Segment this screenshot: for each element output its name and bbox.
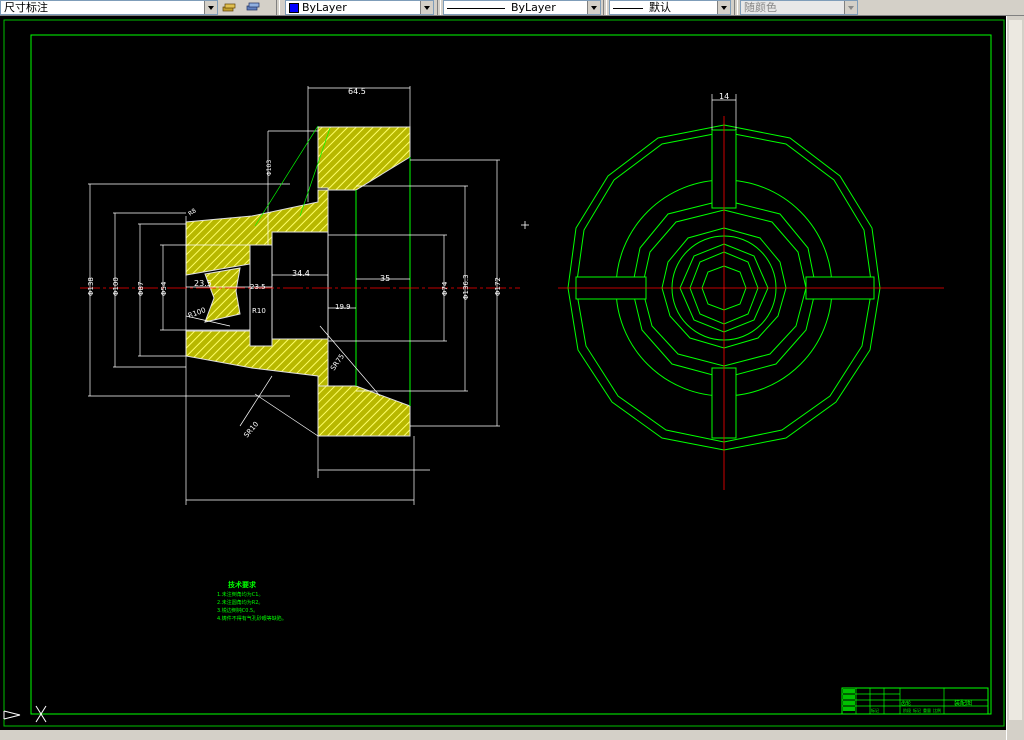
notes-title: 技术要求 <box>228 580 257 589</box>
note-line-3: 3.锐边倒钝C0.5。 <box>217 607 258 614</box>
note-line-2: 2.未注圆角均为R2。 <box>217 599 263 606</box>
section-hatch-lower <box>185 330 411 437</box>
dimension-style-dropdown[interactable]: 尺寸标注 <box>0 0 218 15</box>
toolbar-separator <box>437 0 441 15</box>
title-block-label-1: 标记 <box>871 707 879 713</box>
dim-14: 14 <box>719 92 729 101</box>
properties-toolbar: 尺寸标注 ByLayer ByLayer 默认 随颜色 <box>0 0 1024 16</box>
dim-64-5: 64.5 <box>348 87 366 96</box>
dim-phi103: Φ103 <box>266 160 273 176</box>
dimension-style-value: 尺寸标注 <box>4 1 48 14</box>
chevron-down-icon[interactable] <box>204 1 217 14</box>
scrollbar-track[interactable] <box>1009 20 1022 720</box>
toolbar-separator <box>603 0 607 15</box>
layer-previous-icon[interactable] <box>246 1 260 13</box>
section-hatch-rib <box>204 267 241 323</box>
title-block-drawing-no: 装配图 <box>954 699 972 707</box>
dim-phi54: Φ54 <box>160 281 168 296</box>
dim-23-5a: 23.5 <box>194 279 212 288</box>
title-block-part-name: 齿轮 <box>901 700 911 707</box>
section-hatch-upper <box>185 126 411 276</box>
plot-style-control-value: 随颜色 <box>744 1 777 14</box>
color-swatch <box>289 3 299 13</box>
dim-35: 35 <box>380 274 390 283</box>
dim-r10: R10 <box>252 307 266 315</box>
cad-drawing: 64.5 34.4 35 19.9 23.5 23.5 R10 R8 R100 … <box>3 19 1005 727</box>
dim-34-4: 34.4 <box>292 269 310 278</box>
note-line-1: 1.未注倒角均为C1。 <box>217 591 263 598</box>
linetype-preview <box>447 7 505 9</box>
dim-phi100: Φ100 <box>112 277 120 296</box>
linetype-control-value: ByLayer <box>511 1 556 14</box>
vertical-scrollbar[interactable] <box>1006 16 1024 740</box>
chevron-down-icon[interactable] <box>844 1 857 14</box>
title-block-label-3: 标记 <box>913 707 921 713</box>
plot-style-control-dropdown[interactable]: 随颜色 <box>740 0 858 15</box>
lineweight-preview <box>613 7 643 9</box>
linetype-control-dropdown[interactable]: ByLayer <box>443 0 601 15</box>
title-block: 齿轮 装配图 标记 阶段 标记 重量 比例 <box>841 687 989 715</box>
dim-sr10: SR10 <box>242 420 260 439</box>
end-view: 14 <box>558 92 944 490</box>
dim-r8: R8 <box>187 207 198 217</box>
title-block-label-2: 阶段 <box>903 707 911 713</box>
dim-r100: R100 <box>187 306 207 320</box>
chevron-down-icon[interactable] <box>420 1 433 14</box>
color-control-dropdown[interactable]: ByLayer <box>285 0 434 15</box>
section-view: 64.5 34.4 35 19.9 23.5 23.5 R10 R8 R100 … <box>80 86 520 505</box>
chevron-down-icon[interactable] <box>717 1 730 14</box>
chevron-down-icon[interactable] <box>587 1 600 14</box>
dim-phi87: Φ87 <box>137 282 145 296</box>
color-control-value: ByLayer <box>302 1 347 14</box>
lineweight-control-dropdown[interactable]: 默认 <box>609 0 731 15</box>
title-block-label-5: 比例 <box>933 707 941 713</box>
crosshair-cursor-icon <box>521 221 529 229</box>
title-block-label-4: 重量 <box>923 707 931 713</box>
inner-frame-border <box>30 34 992 715</box>
dim-19-9: 19.9 <box>335 303 351 311</box>
dim-23-5b: 23.5 <box>250 283 266 291</box>
technical-notes: 技术要求 1.未注倒角均为C1。 2.未注圆角均为R2。 3.锐边倒钝C0.5。… <box>217 580 287 622</box>
outer-sheet-border <box>3 19 1005 727</box>
dim-phi74: Φ74 <box>441 281 449 296</box>
toolbar-separator <box>276 0 280 15</box>
drawing-canvas[interactable]: 64.5 34.4 35 19.9 23.5 23.5 R10 R8 R100 … <box>0 16 1006 730</box>
dim-phi172: Φ172 <box>494 277 502 296</box>
lineweight-control-value: 默认 <box>649 1 671 14</box>
dim-phi136-3: Φ136.3 <box>462 274 470 300</box>
layer-states-icon[interactable] <box>222 1 236 13</box>
note-line-4: 4.铸件不得有气孔砂眼等缺陷。 <box>217 615 287 622</box>
horizontal-scrollbar[interactable] <box>0 730 1006 740</box>
toolbar-separator <box>734 0 738 15</box>
dim-phi138: Φ138 <box>87 277 95 296</box>
dim-sr75: SR75 <box>329 353 346 373</box>
